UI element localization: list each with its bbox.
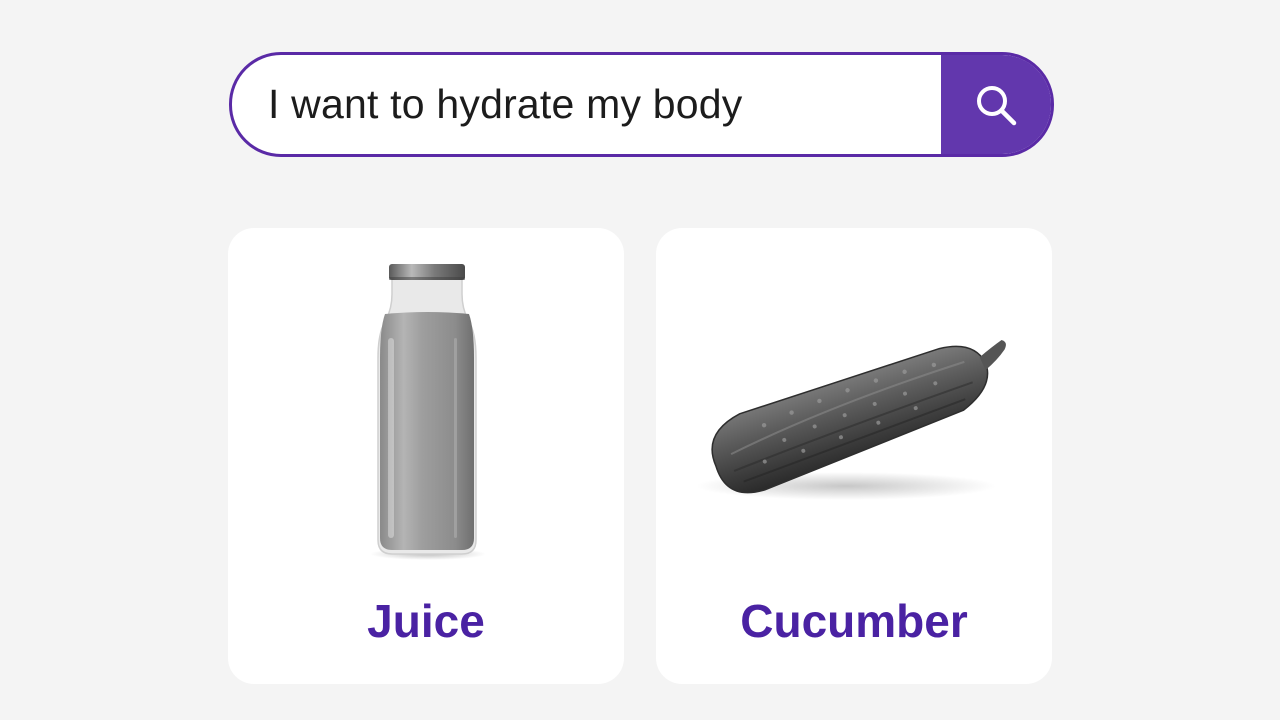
search-icon bbox=[977, 85, 1017, 125]
search-bar: I want to hydrate my body bbox=[229, 52, 1054, 157]
result-card-cucumber[interactable]: Cucumber bbox=[656, 228, 1052, 684]
page: I want to hydrate my body Juice Cucumber bbox=[0, 0, 1280, 720]
cucumber-image bbox=[696, 340, 1006, 500]
search-input[interactable]: I want to hydrate my body bbox=[232, 55, 941, 154]
result-card-juice[interactable]: Juice bbox=[228, 228, 624, 684]
result-label-juice: Juice bbox=[367, 595, 485, 647]
result-label-cucumber: Cucumber bbox=[740, 595, 968, 647]
juice-bottle-image bbox=[370, 264, 486, 560]
search-button[interactable] bbox=[941, 55, 1051, 154]
